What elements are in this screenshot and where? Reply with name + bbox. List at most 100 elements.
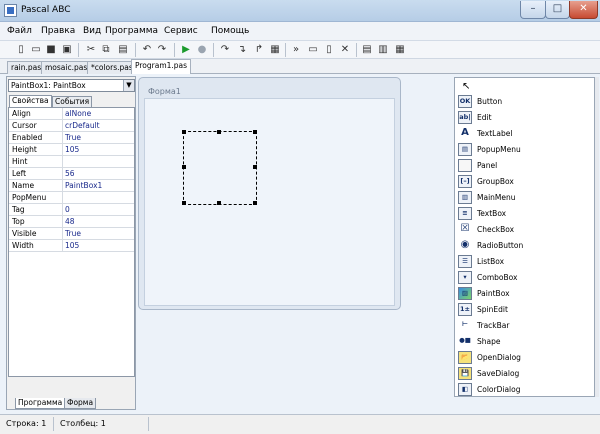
palette-scrollbar[interactable]: [595, 77, 599, 397]
build-icon[interactable]: ▥: [376, 43, 390, 57]
menu-view[interactable]: Вид: [83, 26, 101, 36]
property-row[interactable]: Cursor crDefault: [9, 120, 134, 132]
palette-item-opendialog[interactable]: 📂 OpenDialog: [455, 350, 594, 366]
pointer-icon[interactable]: ↖: [462, 81, 470, 92]
toolbar-separator: [174, 43, 175, 57]
menu-file[interactable]: Файл: [7, 26, 32, 36]
palette-item-panel[interactable]: Panel: [455, 158, 594, 174]
palette-item-mainmenu[interactable]: ▥ MainMenu: [455, 190, 594, 206]
resize-handle[interactable]: [253, 201, 257, 205]
cut-icon[interactable]: ✂: [84, 43, 98, 57]
palette-item-textbox[interactable]: ≡ TextBox: [455, 206, 594, 222]
paste-icon[interactable]: ▤: [116, 43, 130, 57]
window-title: Pascal ABC: [21, 5, 71, 15]
resize-handle[interactable]: [253, 165, 257, 169]
palette-item-savedialog[interactable]: 💾 SaveDialog: [455, 366, 594, 382]
palette-item-listbox[interactable]: ☰ ListBox: [455, 254, 594, 270]
palette-item-checkbox[interactable]: ☒ CheckBox: [455, 222, 594, 238]
group-box-icon: [–]: [458, 175, 472, 188]
menu-help[interactable]: Помощь: [211, 26, 249, 36]
close-icon[interactable]: ✕: [338, 43, 352, 57]
step-out-icon[interactable]: ↱: [252, 43, 266, 57]
step-into-icon[interactable]: ↴: [235, 43, 249, 57]
menu-program[interactable]: Программа: [105, 26, 158, 36]
property-row[interactable]: Align alNone: [9, 108, 134, 120]
property-row[interactable]: Top 48: [9, 216, 134, 228]
tab-program[interactable]: Программа: [15, 398, 66, 409]
property-row[interactable]: PopMenu: [9, 192, 134, 204]
chevron-down-icon[interactable]: ▼: [123, 80, 134, 91]
stop-icon[interactable]: ●: [195, 43, 209, 57]
save-all-icon[interactable]: ▣: [60, 43, 74, 57]
paintbox-component[interactable]: [181, 129, 257, 205]
toolbar-separator: [78, 43, 79, 57]
track-bar-icon: ⊢: [462, 320, 468, 328]
property-row[interactable]: Visible True: [9, 228, 134, 240]
menu-bar: Файл Правка Вид Программа Сервис Помощь: [0, 22, 600, 41]
file-tab-colors[interactable]: *colors.pas: [87, 61, 137, 74]
component-select-value: PaintBox1: PaintBox: [11, 81, 86, 90]
tab-form[interactable]: Форма: [64, 398, 97, 409]
property-grid: Align alNone Cursor crDefault Enabled True …: [8, 107, 135, 377]
new-file-icon[interactable]: ▯: [14, 43, 28, 57]
list-box-icon: ☰: [458, 255, 472, 268]
tab-events[interactable]: События: [52, 96, 93, 107]
save-icon[interactable]: ■: [44, 43, 58, 57]
redo-icon[interactable]: ↷: [155, 43, 169, 57]
property-row[interactable]: Width 105: [9, 240, 134, 252]
menu-edit[interactable]: Правка: [41, 26, 75, 36]
form-window-icon[interactable]: ▭: [306, 43, 320, 57]
resize-handle[interactable]: [181, 165, 186, 169]
palette-item-textlabel[interactable]: A TextLabel: [455, 126, 594, 142]
text-box-icon: ≡: [458, 207, 472, 220]
palette-item-combobox[interactable]: ▾ ComboBox: [455, 270, 594, 286]
watch-icon[interactable]: ▦: [268, 43, 282, 57]
status-line: Строка: 1: [6, 419, 47, 428]
undo-icon[interactable]: ↶: [140, 43, 154, 57]
palette-item-button[interactable]: OK Button: [455, 94, 594, 110]
property-row[interactable]: Enabled True: [9, 132, 134, 144]
palette-item-trackbar[interactable]: ⊢ TrackBar: [455, 318, 594, 334]
status-column: Столбец: 1: [60, 419, 106, 428]
combo-box-icon: ▾: [458, 271, 472, 284]
open-folder-icon[interactable]: ▭: [29, 43, 43, 57]
evaluate-icon[interactable]: »: [289, 43, 303, 57]
palette-item-popupmenu[interactable]: ▤ PopupMenu: [455, 142, 594, 158]
run-icon[interactable]: ▶: [179, 43, 193, 57]
resize-handle[interactable]: [181, 201, 186, 205]
property-row[interactable]: Left 56: [9, 168, 134, 180]
code-window-icon[interactable]: ▯: [322, 43, 336, 57]
component-select[interactable]: PaintBox1: PaintBox ▼: [8, 79, 135, 92]
menu-service[interactable]: Сервис: [164, 26, 198, 36]
file-tabs: rain.pas mosaic.pas *colors.pas Program1…: [0, 59, 600, 74]
copy-icon[interactable]: ⧉: [99, 43, 113, 57]
resize-handle[interactable]: [217, 129, 221, 134]
property-row[interactable]: Tag 0: [9, 204, 134, 216]
palette-item-spinedit[interactable]: 1± SpinEdit: [455, 302, 594, 318]
status-bar: Строка: 1 Столбец: 1: [0, 414, 600, 434]
minimize-button[interactable]: –: [520, 1, 546, 19]
form-client-area[interactable]: [144, 98, 395, 306]
file-tab-mosaic[interactable]: mosaic.pas: [41, 61, 92, 74]
resize-handle[interactable]: [253, 129, 257, 134]
palette-item-radiobutton[interactable]: ◉ RadioButton: [455, 238, 594, 254]
compile-icon[interactable]: ▤: [360, 43, 374, 57]
maximize-button[interactable]: □: [545, 1, 570, 19]
property-row[interactable]: Height 105: [9, 144, 134, 156]
file-tab-rain[interactable]: rain.pas: [7, 61, 46, 74]
step-over-icon[interactable]: ↷: [218, 43, 232, 57]
resize-handle[interactable]: [181, 129, 186, 134]
close-window-button[interactable]: ✕: [569, 1, 598, 19]
palette-item-paintbox[interactable]: ▨ PaintBox: [455, 286, 594, 302]
palette-item-colordialog[interactable]: ◧ ColorDialog: [455, 382, 594, 396]
popup-menu-icon: ▤: [458, 143, 472, 156]
property-row[interactable]: Name PaintBox1: [9, 180, 134, 192]
palette-item-edit[interactable]: ab| Edit: [455, 110, 594, 126]
palette-item-shape[interactable]: ●■ Shape: [455, 334, 594, 350]
file-tab-program1[interactable]: Program1.pas: [131, 59, 192, 74]
rebuild-icon[interactable]: ▦: [393, 43, 407, 57]
resize-handle[interactable]: [217, 201, 221, 205]
property-row[interactable]: Hint: [9, 156, 134, 168]
panel-icon: [458, 159, 472, 172]
palette-item-groupbox[interactable]: [–] GroupBox: [455, 174, 594, 190]
